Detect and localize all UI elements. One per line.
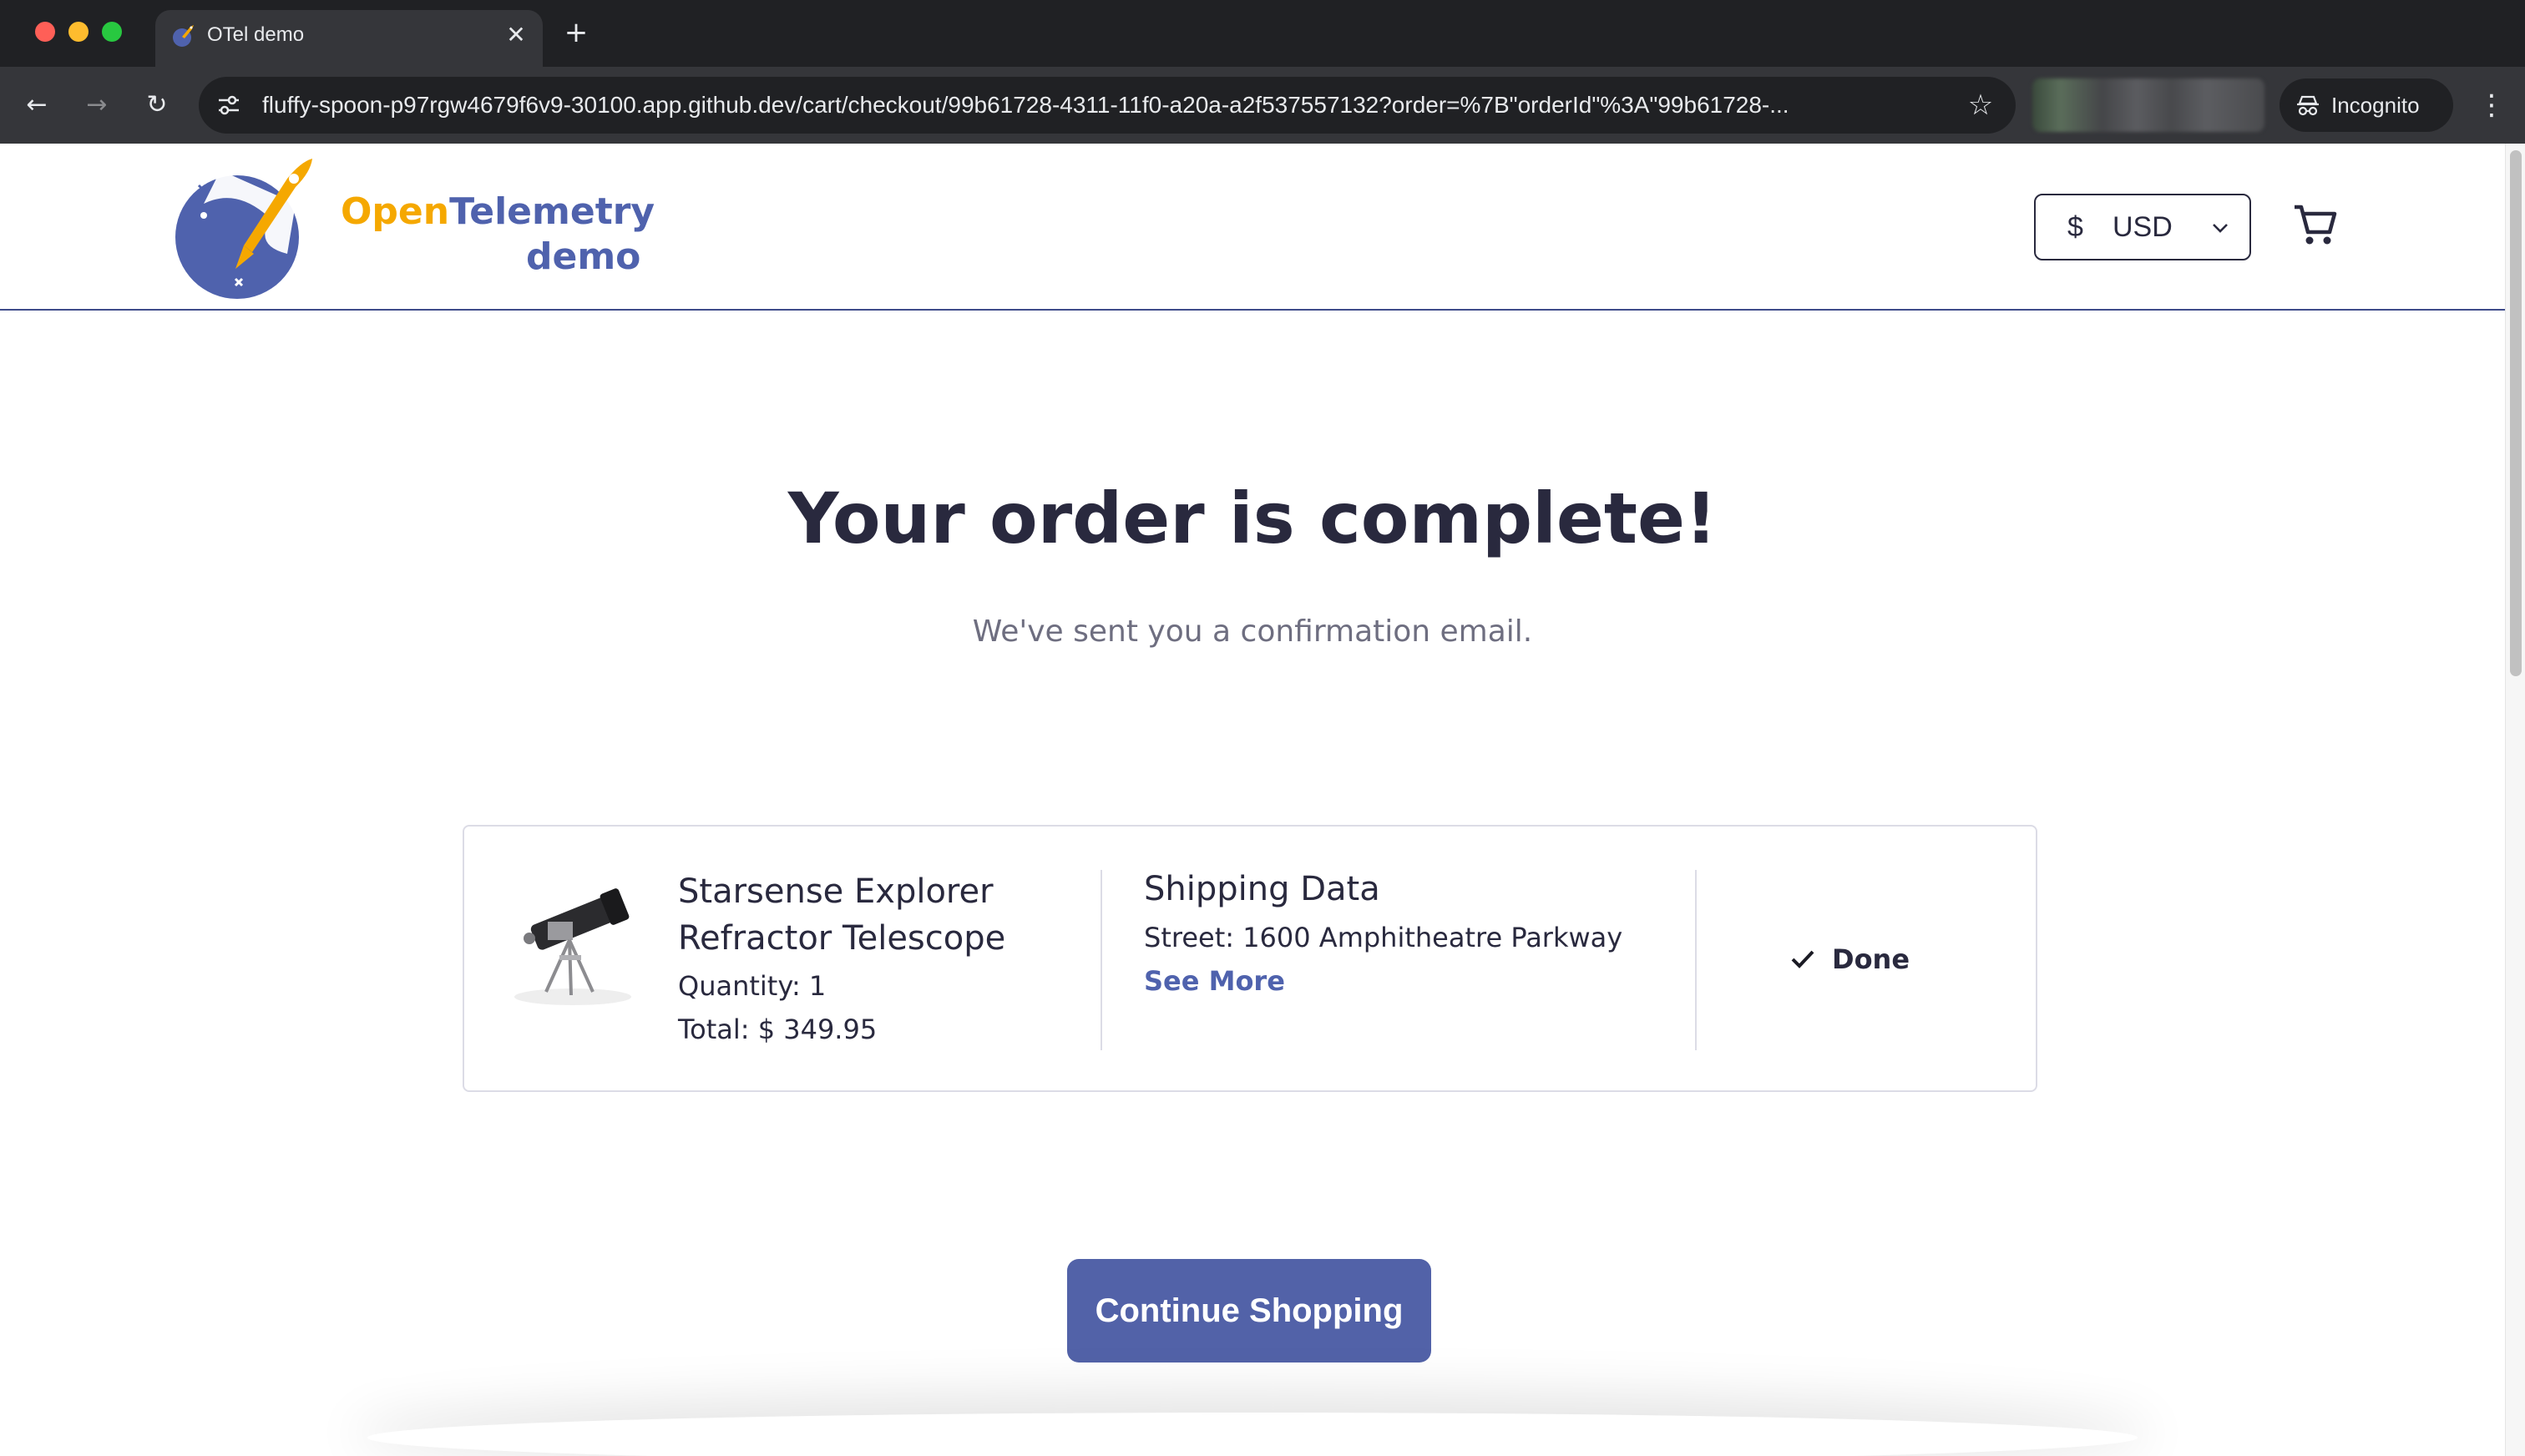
logo-open-text: Open	[341, 190, 450, 233]
otel-logo[interactable]: OpenTelemetry demo	[170, 154, 655, 301]
product-name: Starsense Explorer Refractor Telescope	[678, 872, 1006, 958]
product-quantity: Quantity: 1	[678, 970, 827, 1002]
scrollbar-thumb[interactable]	[2510, 150, 2522, 676]
currency-select[interactable]: $ USD	[2034, 194, 2251, 260]
currency-code: USD	[2113, 211, 2173, 243]
shipping-street: Street: 1600 Amphitheatre Parkway	[1144, 922, 1623, 953]
window-minimize-button[interactable]	[68, 22, 89, 42]
rocket-logo-icon	[175, 159, 312, 299]
logo-demo-text: demo	[526, 235, 641, 278]
star-icon[interactable]: ☆	[1964, 88, 1997, 122]
browser-tab[interactable]: OTel demo ✕	[155, 10, 543, 67]
logo-wordmark: OpenTelemetry	[341, 190, 655, 233]
continue-shopping-button[interactable]: Continue Shopping	[1067, 1259, 1431, 1362]
currency-symbol: $	[2067, 211, 2083, 243]
shipping-title: Shipping Data	[1144, 870, 1380, 908]
cart-icon[interactable]	[2290, 200, 2340, 250]
back-button[interactable]: ←	[18, 87, 55, 124]
url-text[interactable]: fluffy-spoon-p97rgw4679f6v9-30100.app.gi…	[262, 77, 1932, 134]
card-divider	[1695, 870, 1697, 1050]
browser-toolbar: ← → ↻ fluffy-spoon-p97rgw4679f6v9-30100.…	[0, 67, 2525, 144]
address-bar[interactable]: fluffy-spoon-p97rgw4679f6v9-30100.app.gi…	[199, 77, 2016, 134]
new-tab-button[interactable]: +	[558, 15, 595, 52]
chevron-down-icon	[2213, 224, 2228, 233]
incognito-indicator[interactable]: Incognito	[2280, 78, 2453, 132]
confirmation-subtitle: We've sent you a confirmation email.	[972, 614, 1533, 649]
card-divider	[1101, 870, 1102, 1050]
logo-telemetry-text: Telemetry	[449, 190, 655, 233]
window-maximize-button[interactable]	[102, 22, 122, 42]
telescope-icon	[514, 888, 631, 1005]
extensions-area[interactable]	[2032, 78, 2264, 132]
otel-favicon-icon	[173, 25, 194, 47]
footer-edge	[367, 1413, 2138, 1456]
page-viewport: OpenTelemetry demo $ USD Your order is c…	[0, 144, 2505, 1456]
site-header: OpenTelemetry demo $ USD	[0, 144, 2505, 311]
order-summary-card: Starsense Explorer Refractor Telescope Q…	[463, 825, 2037, 1092]
see-more-link[interactable]: See More	[1144, 965, 1285, 997]
checkmark-icon	[1791, 950, 1814, 968]
forward-button[interactable]: →	[78, 87, 115, 124]
tab-title: OTel demo	[207, 23, 305, 46]
browser-tab-bar: OTel demo ✕ +	[0, 0, 2525, 67]
reload-button[interactable]: ↻	[139, 87, 175, 124]
incognito-label: Incognito	[2331, 93, 2420, 118]
product-total: Total: $ 349.95	[678, 1014, 878, 1045]
window-close-button[interactable]	[35, 22, 55, 42]
status-label: Done	[1832, 943, 1910, 975]
site-info-icon[interactable]	[214, 90, 244, 120]
page-scrollbar[interactable]	[2505, 144, 2525, 1456]
menu-icon[interactable]: ⋮	[2475, 87, 2508, 124]
tab-close-icon[interactable]: ✕	[501, 20, 531, 50]
page-title: Your order is complete!	[787, 478, 1718, 559]
incognito-icon	[2297, 95, 2319, 116]
